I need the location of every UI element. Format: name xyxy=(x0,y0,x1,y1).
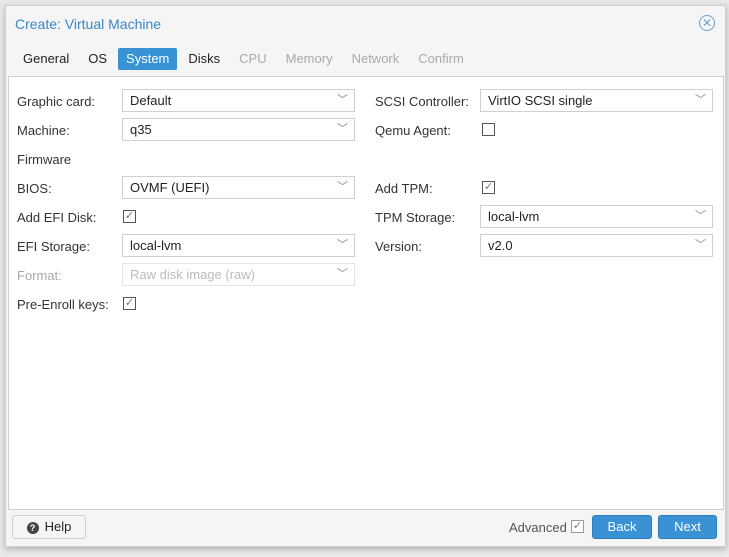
scsi-label: SCSI Controller: xyxy=(375,94,469,109)
version-select[interactable]: v2.0 ﹀ xyxy=(480,234,713,257)
chevron-down-icon: ﹀ xyxy=(695,210,706,222)
tab-disks[interactable]: Disks xyxy=(180,48,228,70)
help-label: Help xyxy=(44,519,72,534)
tab-memory: Memory xyxy=(285,51,333,66)
add-tpm-label: Add TPM: xyxy=(375,181,433,196)
efi-storage-select[interactable]: local-lvm ﹀ xyxy=(122,234,355,257)
tab-general[interactable]: General xyxy=(15,48,77,70)
wizard-tabs: General OS System Disks CPU Memory Netwo… xyxy=(15,48,475,70)
chevron-down-icon: ﹀ xyxy=(695,239,706,251)
pre-enroll-checkbox[interactable]: ✓ xyxy=(123,297,136,310)
create-vm-dialog: Create: Virtual Machine ✕ General OS Sys… xyxy=(5,5,726,547)
machine-value: q35 xyxy=(130,122,152,137)
dialog-footer: ? Help Advanced ✓ Back Next xyxy=(6,509,725,546)
qemu-agent-label: Qemu Agent: xyxy=(375,123,451,138)
format-value: Raw disk image (raw) xyxy=(130,267,255,282)
chevron-down-icon: ﹀ xyxy=(337,94,348,106)
machine-select[interactable]: q35 ﹀ xyxy=(122,118,355,141)
scsi-select[interactable]: VirtIO SCSI single ﹀ xyxy=(480,89,713,112)
graphic-card-value: Default xyxy=(130,93,172,108)
question-icon: ? xyxy=(26,522,39,534)
chevron-down-icon: ﹀ xyxy=(337,239,348,251)
help-button[interactable]: ? Help xyxy=(12,515,86,539)
format-select: Raw disk image (raw) ﹀ xyxy=(122,263,355,286)
next-button[interactable]: Next xyxy=(658,515,717,539)
advanced-checkbox[interactable]: ✓ xyxy=(571,520,584,533)
tab-system[interactable]: System xyxy=(118,48,178,70)
tab-network: Network xyxy=(351,51,400,66)
graphic-card-label: Graphic card: xyxy=(17,94,96,109)
system-panel: Graphic card: Default ﹀ Machine: q35 ﹀ Fir… xyxy=(8,76,724,510)
tab-confirm: Confirm xyxy=(418,51,464,66)
add-efi-label: Add EFI Disk: xyxy=(17,210,97,225)
chevron-down-icon: ﹀ xyxy=(695,94,706,106)
tpm-storage-value: local-lvm xyxy=(488,209,540,224)
chevron-down-icon: ﹀ xyxy=(337,181,348,193)
efi-storage-label: EFI Storage: xyxy=(17,239,90,254)
tab-cpu: CPU xyxy=(239,51,267,66)
qemu-agent-checkbox[interactable] xyxy=(482,123,495,136)
bios-value: OVMF (UEFI) xyxy=(130,180,210,195)
advanced-label: Advanced xyxy=(509,520,567,535)
add-tpm-checkbox[interactable]: ✓ xyxy=(482,181,495,194)
scsi-value: VirtIO SCSI single xyxy=(488,93,593,108)
firmware-heading: Firmware xyxy=(17,152,72,167)
graphic-card-select[interactable]: Default ﹀ xyxy=(122,89,355,112)
version-label: Version: xyxy=(375,239,422,254)
close-icon[interactable]: ✕ xyxy=(699,15,715,31)
chevron-down-icon: ﹀ xyxy=(337,123,348,135)
version-value: v2.0 xyxy=(488,238,513,253)
chevron-down-icon: ﹀ xyxy=(337,268,348,280)
format-label: Format: xyxy=(17,268,62,283)
pre-enroll-label: Pre-Enroll keys: xyxy=(17,297,109,312)
bios-select[interactable]: OVMF (UEFI) ﹀ xyxy=(122,176,355,199)
back-button[interactable]: Back xyxy=(592,515,652,539)
dialog-title: Create: Virtual Machine xyxy=(15,16,162,32)
bios-label: BIOS: xyxy=(17,181,52,196)
tab-os[interactable]: OS xyxy=(80,48,115,70)
machine-label: Machine: xyxy=(17,123,70,138)
add-efi-checkbox[interactable]: ✓ xyxy=(123,210,136,223)
tpm-storage-select[interactable]: local-lvm ﹀ xyxy=(480,205,713,228)
efi-storage-value: local-lvm xyxy=(130,238,182,253)
tpm-storage-label: TPM Storage: xyxy=(375,210,456,225)
